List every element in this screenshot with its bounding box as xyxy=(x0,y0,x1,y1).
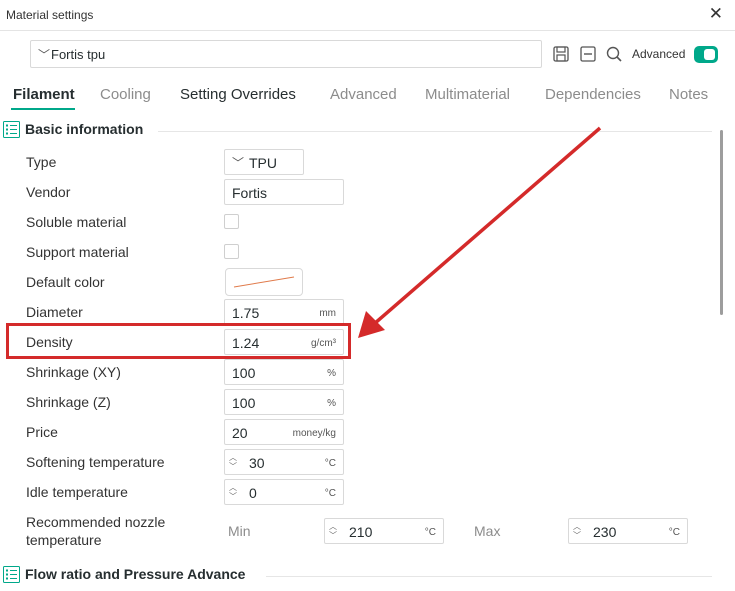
price-value: 20 xyxy=(232,425,248,441)
nozzle-max-value: 230 xyxy=(593,524,617,540)
softening-temperature-spinbox[interactable]: ︿ ﹀ 30 °C xyxy=(224,449,344,475)
vendor-value: Fortis xyxy=(232,185,267,201)
type-dropdown[interactable]: ﹀ TPU xyxy=(224,149,304,175)
close-icon[interactable]: ✕ xyxy=(709,4,723,24)
diameter-label: Diameter xyxy=(26,304,83,320)
support-material-checkbox[interactable] xyxy=(224,244,239,259)
tab-notes[interactable]: Notes xyxy=(669,86,708,103)
spin-arrows-icon[interactable]: ︿ ﹀ xyxy=(229,483,239,501)
price-label: Price xyxy=(26,424,58,440)
idle-temperature-label: Idle temperature xyxy=(26,484,128,500)
chevron-down-icon: ﹀ xyxy=(232,156,245,170)
tab-setting-overrides[interactable]: Setting Overrides xyxy=(180,86,296,103)
support-material-label: Support material xyxy=(26,244,129,260)
type-label: Type xyxy=(26,154,57,170)
preset-dropdown[interactable]: ﹀ Fortis tpu xyxy=(30,40,542,68)
section-flow-ratio: Flow ratio and Pressure Advance xyxy=(0,565,712,585)
divider xyxy=(266,576,712,577)
idle-temperature-unit: °C xyxy=(324,488,336,499)
price-unit: money/kg xyxy=(292,428,336,439)
soluble-material-label: Soluble material xyxy=(26,214,127,230)
shrinkage-z-unit: % xyxy=(327,398,336,409)
preset-name: Fortis tpu xyxy=(51,47,106,62)
nozzle-max-spinbox[interactable]: ︿ ﹀ 230 °C xyxy=(568,518,688,544)
advanced-label: Advanced xyxy=(632,47,686,61)
shrinkage-xy-input[interactable]: 100 % xyxy=(224,359,344,385)
title-bar: Material settings ✕ xyxy=(0,0,735,31)
tab-multimaterial[interactable]: Multimaterial xyxy=(425,86,510,103)
section-basic-information: Basic information xyxy=(0,120,712,140)
shrinkage-xy-label: Shrinkage (XY) xyxy=(26,364,121,380)
no-color-icon xyxy=(233,276,295,288)
shrinkage-xy-unit: % xyxy=(327,368,336,379)
spin-arrows-icon[interactable]: ︿ ﹀ xyxy=(573,522,583,540)
default-color-swatch[interactable] xyxy=(225,268,303,296)
density-highlight-box xyxy=(6,323,351,359)
vendor-input[interactable]: Fortis xyxy=(224,179,344,205)
diameter-value: 1.75 xyxy=(232,305,260,321)
soluble-material-checkbox[interactable] xyxy=(224,214,239,229)
nozzle-max-unit: °C xyxy=(668,527,680,538)
nozzle-max-label: Max xyxy=(474,523,501,539)
idle-temperature-spinbox[interactable]: ︿ ﹀ 0 °C xyxy=(224,479,344,505)
spin-arrows-icon[interactable]: ︿ ﹀ xyxy=(229,453,239,471)
active-tab-indicator xyxy=(11,108,75,110)
diameter-input[interactable]: 1.75 mm xyxy=(224,299,344,325)
list-section-icon xyxy=(3,566,20,583)
chevron-down-icon: ﹀ xyxy=(38,48,51,62)
idle-temperature-value: 0 xyxy=(249,485,257,501)
divider xyxy=(158,131,712,132)
search-icon[interactable] xyxy=(605,45,623,63)
scrollbar[interactable] xyxy=(720,130,723,315)
shrinkage-z-value: 100 xyxy=(232,395,256,411)
nozzle-min-label: Min xyxy=(228,523,251,539)
advanced-toggle[interactable] xyxy=(694,46,718,63)
tab-filament[interactable]: Filament xyxy=(13,86,75,103)
spin-arrows-icon[interactable]: ︿ ﹀ xyxy=(329,522,339,540)
softening-temperature-label: Softening temperature xyxy=(26,454,165,470)
price-input[interactable]: 20 money/kg xyxy=(224,419,344,445)
save-icon[interactable] xyxy=(552,45,570,63)
nozzle-min-spinbox[interactable]: ︿ ﹀ 210 °C xyxy=(324,518,444,544)
nozzle-temperature-label-2: temperature xyxy=(26,532,102,548)
softening-temperature-value: 30 xyxy=(249,455,265,471)
nozzle-min-unit: °C xyxy=(424,527,436,538)
softening-temperature-unit: °C xyxy=(324,458,336,469)
list-section-icon xyxy=(3,121,20,138)
section-title: Flow ratio and Pressure Advance xyxy=(25,566,246,582)
nozzle-min-value: 210 xyxy=(349,524,373,540)
delete-preset-icon[interactable] xyxy=(579,45,597,63)
vendor-label: Vendor xyxy=(26,184,71,200)
nozzle-temperature-label: Recommended nozzle xyxy=(26,514,166,530)
tab-cooling[interactable]: Cooling xyxy=(100,86,151,103)
shrinkage-xy-value: 100 xyxy=(232,365,256,381)
tab-dependencies[interactable]: Dependencies xyxy=(545,86,641,103)
default-color-label: Default color xyxy=(26,274,105,290)
window-title: Material settings xyxy=(6,8,94,22)
shrinkage-z-input[interactable]: 100 % xyxy=(224,389,344,415)
section-title: Basic information xyxy=(25,121,144,137)
shrinkage-z-label: Shrinkage (Z) xyxy=(26,394,111,410)
diameter-unit: mm xyxy=(319,308,336,319)
type-value: TPU xyxy=(249,155,277,171)
tab-bar: Filament Cooling Setting Overrides Advan… xyxy=(0,82,735,110)
tab-advanced[interactable]: Advanced xyxy=(330,86,397,103)
